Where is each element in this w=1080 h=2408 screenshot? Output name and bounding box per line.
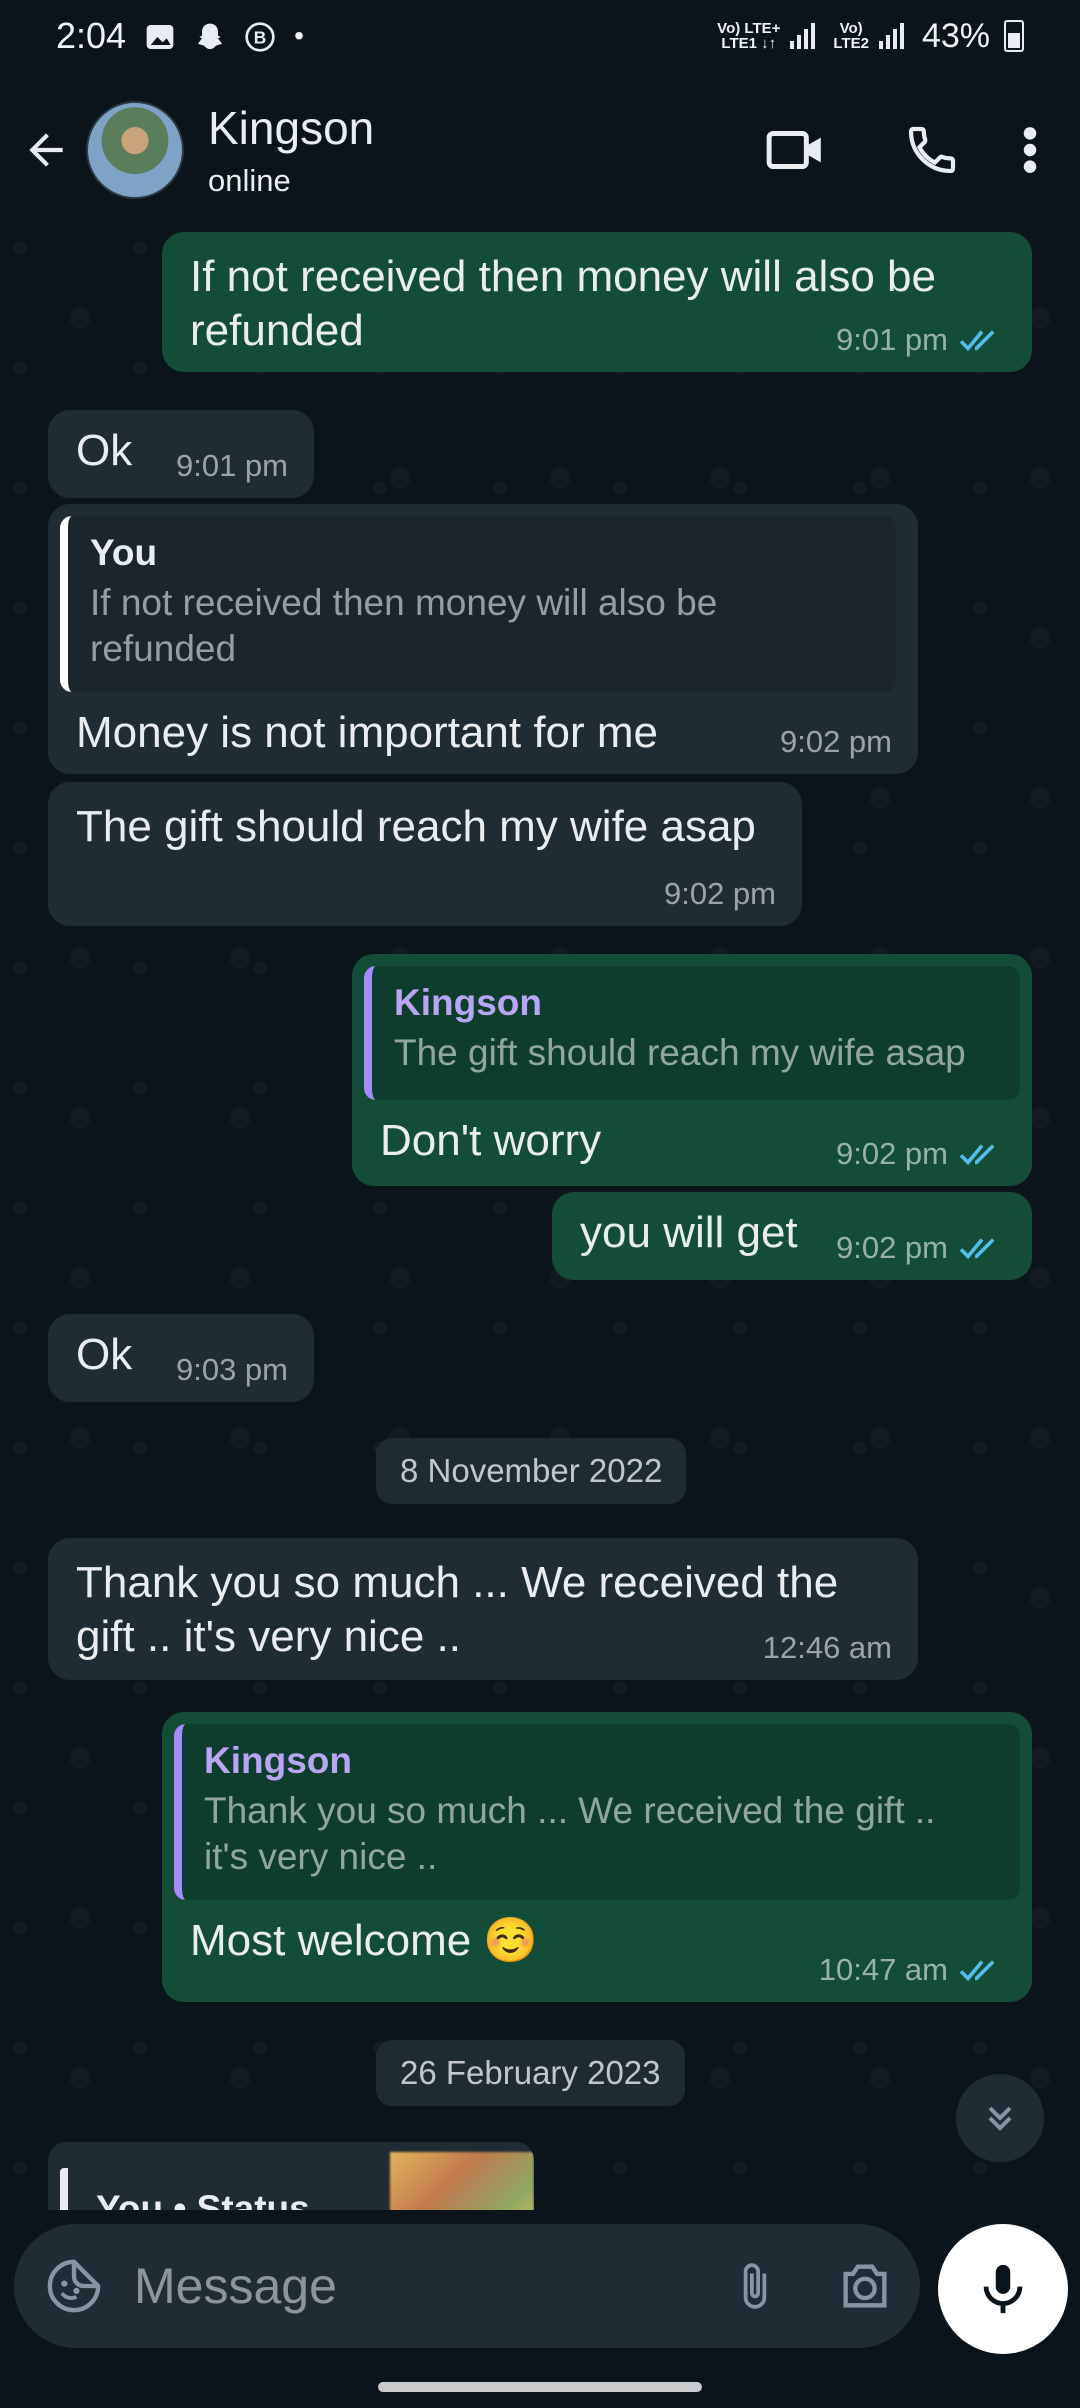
sim2-signal-icon bbox=[878, 23, 904, 49]
message-bubble-outgoing[interactable]: you will get 9:02 pm bbox=[552, 1192, 1032, 1280]
attach-button[interactable] bbox=[700, 2224, 810, 2348]
video-call-icon bbox=[766, 130, 821, 170]
message-list[interactable]: If not received then money will also be … bbox=[0, 228, 1080, 2228]
voice-call-button[interactable] bbox=[864, 100, 1000, 200]
svg-text:B: B bbox=[254, 28, 267, 48]
avatar[interactable] bbox=[86, 101, 184, 199]
message-bubble-outgoing[interactable]: If not received then money will also be … bbox=[162, 232, 1032, 372]
snapchat-icon bbox=[194, 20, 226, 52]
voice-call-icon bbox=[908, 126, 956, 174]
composer: Message bbox=[0, 2210, 1080, 2360]
back-arrow-icon bbox=[29, 133, 63, 167]
sticker-icon bbox=[47, 2259, 101, 2313]
read-receipt-icon bbox=[959, 330, 995, 352]
video-call-button[interactable] bbox=[728, 100, 864, 200]
quote-text: Thank you so much ... We received the gi… bbox=[204, 1790, 936, 1877]
back-button[interactable] bbox=[6, 100, 86, 200]
double-chevron-down-icon bbox=[988, 2106, 1012, 2131]
message-bubble-incoming[interactable]: Ok 9:01 pm bbox=[48, 410, 314, 498]
presence-status: online bbox=[208, 163, 291, 198]
contact-info[interactable]: Kingson online bbox=[208, 101, 374, 199]
message-time: 9:02 pm bbox=[663, 876, 776, 911]
message-bubble-outgoing[interactable]: Kingson Thank you so much ... We receive… bbox=[162, 1712, 1032, 2002]
read-receipt-icon bbox=[959, 1238, 995, 1260]
quoted-message[interactable]: Kingson The gift should reach my wife as… bbox=[364, 966, 1020, 1100]
message-time: 9:03 pm bbox=[175, 1352, 288, 1387]
more-vert-icon bbox=[1023, 127, 1037, 173]
quoted-message[interactable]: Kingson Thank you so much ... We receive… bbox=[174, 1724, 1020, 1900]
message-time: 12:46 am bbox=[762, 1630, 892, 1665]
paperclip-icon bbox=[743, 2263, 767, 2309]
message-time: 9:02 pm bbox=[835, 1230, 948, 1265]
message-input[interactable]: Message bbox=[134, 2257, 700, 2315]
gallery-icon bbox=[144, 20, 176, 52]
message-bubble-incoming[interactable]: You If not received then money will also… bbox=[48, 504, 918, 774]
date-separator: 8 November 2022 bbox=[376, 1438, 687, 1504]
message-bubble-incoming[interactable]: Thank you so much ... We received the gi… bbox=[48, 1538, 918, 1680]
clock: 2:04 bbox=[56, 15, 127, 56]
date-separator: 26 February 2023 bbox=[376, 2040, 685, 2106]
sticker-button[interactable] bbox=[14, 2224, 134, 2348]
battery-icon bbox=[1004, 20, 1024, 52]
system-nav-bar bbox=[0, 2360, 1080, 2408]
sim1-signal-icon bbox=[790, 23, 816, 49]
read-receipt-icon bbox=[959, 1144, 995, 1166]
gesture-handle[interactable] bbox=[378, 2382, 702, 2392]
read-receipt-icon bbox=[959, 1960, 995, 1982]
chat-header: Kingson online bbox=[0, 72, 1080, 228]
battery-percent: 43% bbox=[921, 16, 990, 55]
message-bubble-incoming[interactable]: The gift should reach my wife asap 9:02 … bbox=[48, 782, 802, 926]
contact-name: Kingson bbox=[208, 102, 375, 154]
camera-icon bbox=[843, 2264, 887, 2308]
message-time: 9:01 pm bbox=[835, 322, 948, 357]
message-time: 9:02 pm bbox=[835, 1136, 948, 1171]
microphone-icon bbox=[983, 2264, 1023, 2314]
sim1-network: Vo) LTE+ LTE1 ↓↑ bbox=[717, 20, 781, 52]
message-time: 9:02 pm bbox=[779, 724, 892, 759]
more-options-button[interactable] bbox=[1000, 100, 1060, 200]
message-text: Thank you so much ... We received the gi… bbox=[76, 1558, 839, 1661]
message-input-box[interactable]: Message bbox=[14, 2224, 920, 2348]
notification-dot-icon: • bbox=[294, 20, 304, 51]
message-time: 10:47 am bbox=[818, 1952, 948, 1987]
sim2-network: Vo) LTE2 bbox=[833, 20, 869, 52]
quote-author: Kingson bbox=[204, 1740, 352, 1781]
message-time: 9:01 pm bbox=[175, 448, 288, 483]
camera-button[interactable] bbox=[810, 2224, 920, 2348]
status-bar: 2:04 B • Vo) LTE+ LTE1 ↓↑ Vo) LTE2 43% bbox=[0, 0, 1080, 72]
message-bubble-outgoing[interactable]: Kingson The gift should reach my wife as… bbox=[352, 954, 1032, 1186]
scroll-to-bottom-button[interactable] bbox=[956, 2074, 1044, 2162]
quote-author: You bbox=[90, 532, 158, 573]
quoted-message[interactable]: You If not received then money will also… bbox=[60, 516, 896, 692]
quote-text: The gift should reach my wife asap bbox=[394, 1032, 966, 1073]
message-text: The gift should reach my wife asap bbox=[76, 802, 756, 851]
voice-message-button[interactable] bbox=[938, 2224, 1068, 2354]
quote-text: If not received then money will also be … bbox=[90, 582, 718, 669]
quote-author: Kingson bbox=[394, 982, 542, 1023]
b-app-icon: B bbox=[244, 20, 276, 52]
message-bubble-incoming[interactable]: Ok 9:03 pm bbox=[48, 1314, 314, 1402]
